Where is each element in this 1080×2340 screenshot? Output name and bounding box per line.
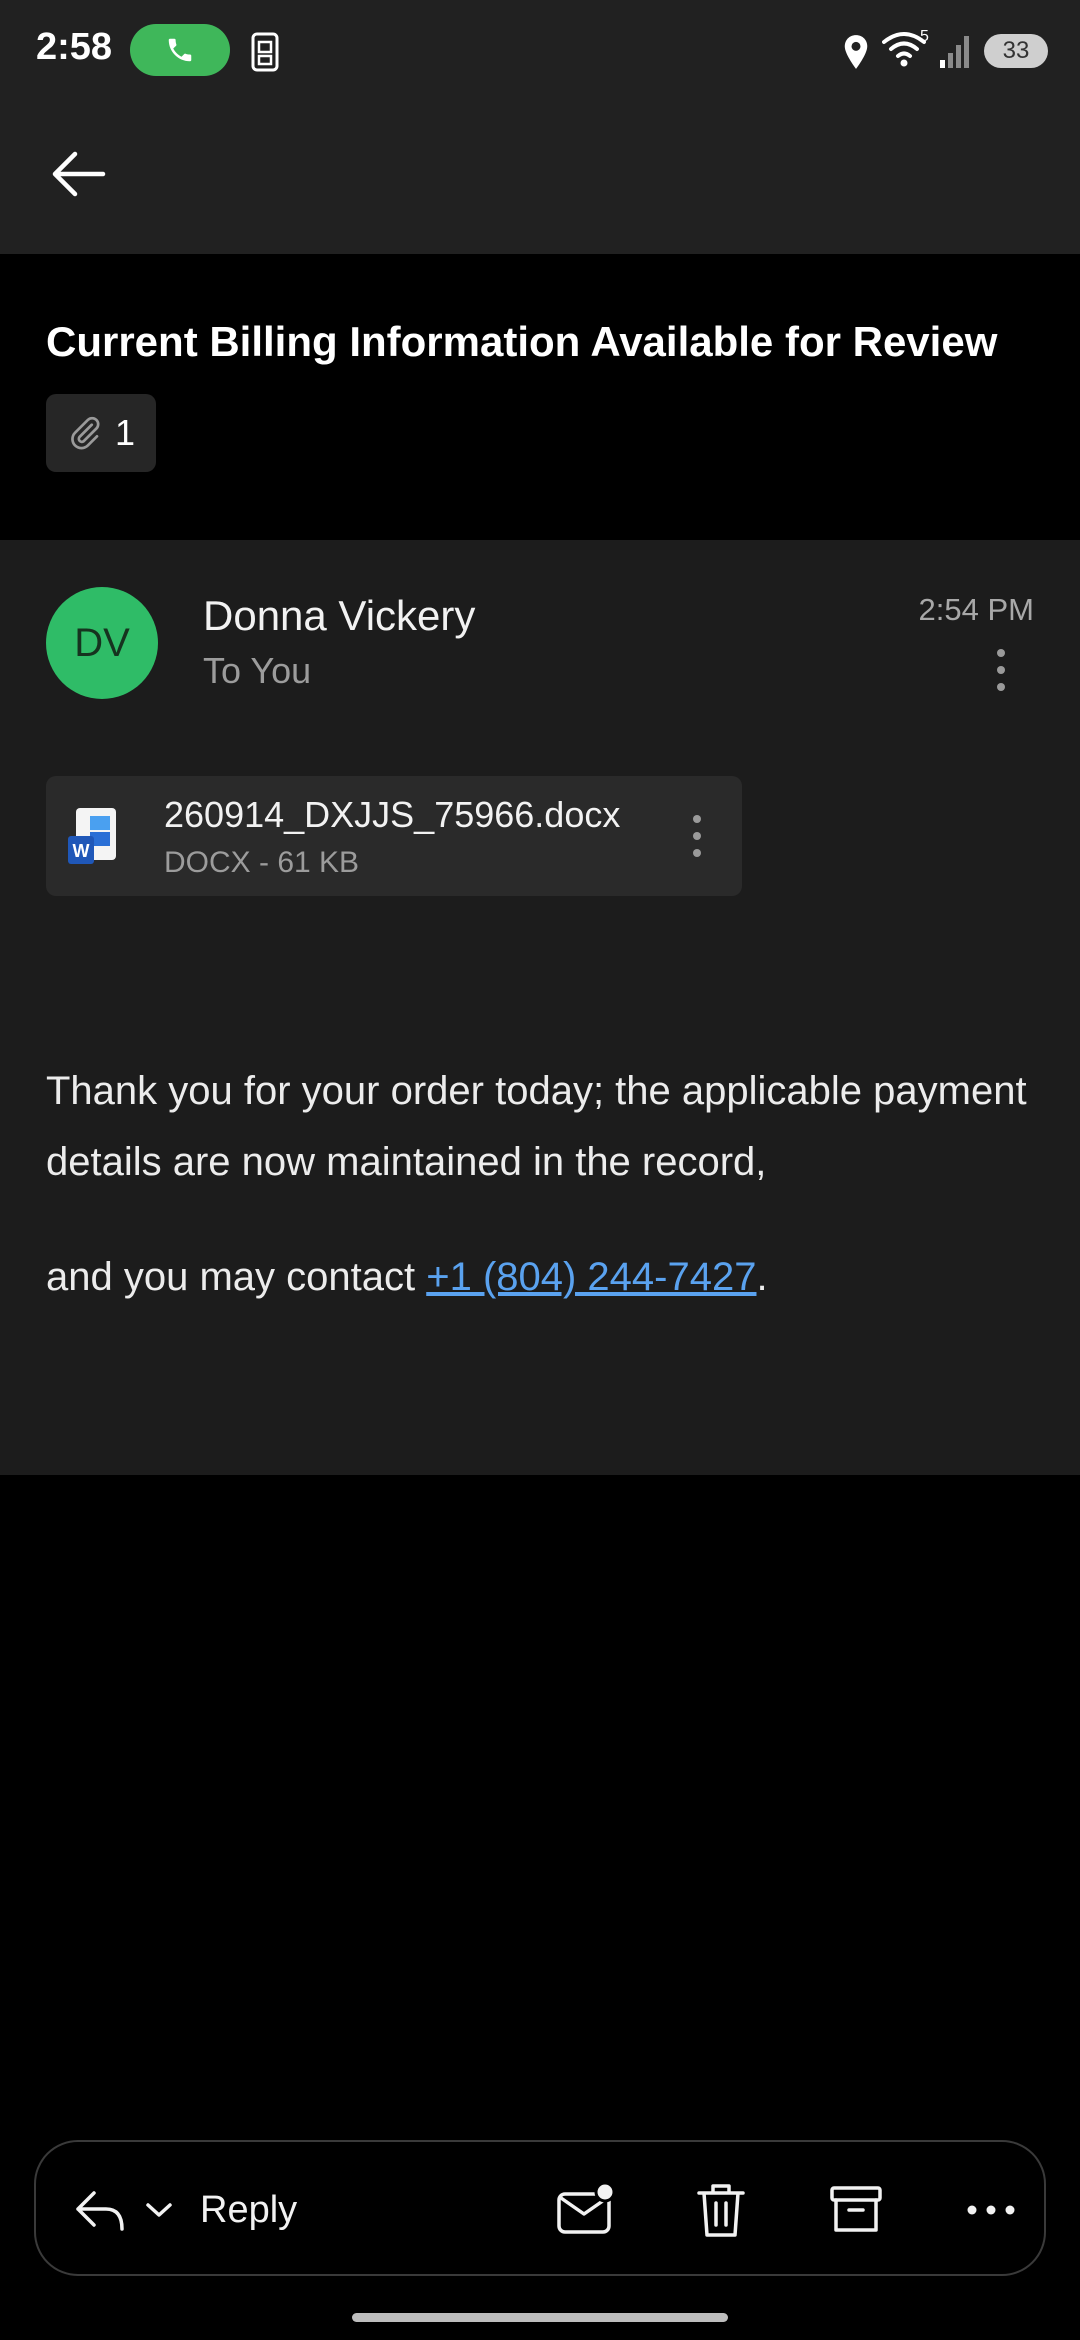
message-time: 2:54 PM: [918, 592, 1034, 627]
phone-icon: [168, 38, 192, 62]
reply-label: Reply: [200, 2188, 298, 2231]
more-vertical-icon: [997, 649, 1005, 657]
arrow-left-icon: [52, 151, 106, 197]
location-icon: [844, 35, 868, 69]
more-horizontal-icon: [967, 2205, 1015, 2215]
sim-card-icon: [251, 32, 279, 72]
archive-icon: [830, 2186, 882, 2232]
attachment-more-button[interactable]: [682, 806, 712, 866]
body-contact-prefix: and you may contact: [46, 1255, 427, 1299]
more-vertical-icon: [693, 815, 701, 823]
battery-level: 33: [1002, 37, 1030, 64]
body-paragraph-1: Thank you for your order today; the appl…: [46, 1069, 1027, 1184]
more-vertical-icon-dot: [693, 849, 701, 857]
attachment-file-meta: DOCX - 61 KB: [164, 846, 360, 879]
message-card: DV Donna Vickery To You 2:54 PM W 260914…: [0, 540, 1080, 1475]
cell-signal-icon: [940, 36, 969, 68]
reply-icon: [76, 2191, 124, 2231]
more-vertical-icon-dot: [693, 832, 701, 840]
wifi-generation-label: 5: [920, 28, 929, 45]
attachment-card[interactable]: W 260914_DXJJS_75966.docx DOCX - 61 KB: [46, 776, 742, 896]
avatar-initials: DV: [74, 620, 130, 665]
trash-icon: [697, 2184, 745, 2237]
recipient-line[interactable]: To You: [203, 650, 311, 692]
back-button[interactable]: [46, 146, 110, 202]
mark-unread-icon: [557, 2182, 616, 2234]
subject-header: Current Billing Information Available fo…: [0, 254, 1080, 540]
svg-text:W: W: [73, 841, 90, 861]
phone-number-link[interactable]: +1 (804) 244-7427: [426, 1255, 756, 1299]
more-vertical-icon-dot: [997, 683, 1005, 691]
email-subject: Current Billing Information Available fo…: [46, 318, 998, 365]
attachment-count-chip[interactable]: 1: [46, 394, 156, 472]
body-contact-suffix: .: [756, 1255, 768, 1299]
bottom-action-bar: Reply: [34, 2140, 1046, 2276]
home-indicator[interactable]: [352, 2313, 728, 2322]
more-actions-button[interactable]: [951, 2170, 1031, 2250]
avatar[interactable]: DV: [46, 587, 158, 699]
attachment-count: 1: [114, 412, 136, 453]
message-body: Thank you for your order today; the appl…: [46, 1056, 1036, 1313]
archive-button[interactable]: [816, 2170, 896, 2250]
delete-button[interactable]: [681, 2170, 761, 2250]
body-paragraph-2: and you may contact +1 (804) 244-7427.: [46, 1242, 1036, 1313]
status-bar: 2:58 5 33: [0, 0, 1080, 100]
reply-button[interactable]: Reply: [72, 2172, 297, 2248]
mark-unread-button[interactable]: [546, 2170, 626, 2250]
ongoing-call-indicator[interactable]: [130, 24, 230, 76]
sender-name[interactable]: Donna Vickery: [203, 592, 475, 640]
battery-indicator: 33: [984, 34, 1048, 68]
paperclip-icon: [71, 416, 100, 450]
attachment-file-name: 260914_DXJJS_75966.docx: [164, 794, 621, 835]
chevron-down-icon[interactable]: [144, 2200, 174, 2220]
more-vertical-icon-dot: [997, 666, 1005, 674]
status-time: 2:58: [36, 26, 113, 68]
word-doc-icon: W: [68, 808, 116, 864]
top-app-bar: 2:58 5 33: [0, 0, 1080, 254]
message-more-button[interactable]: [984, 640, 1018, 700]
